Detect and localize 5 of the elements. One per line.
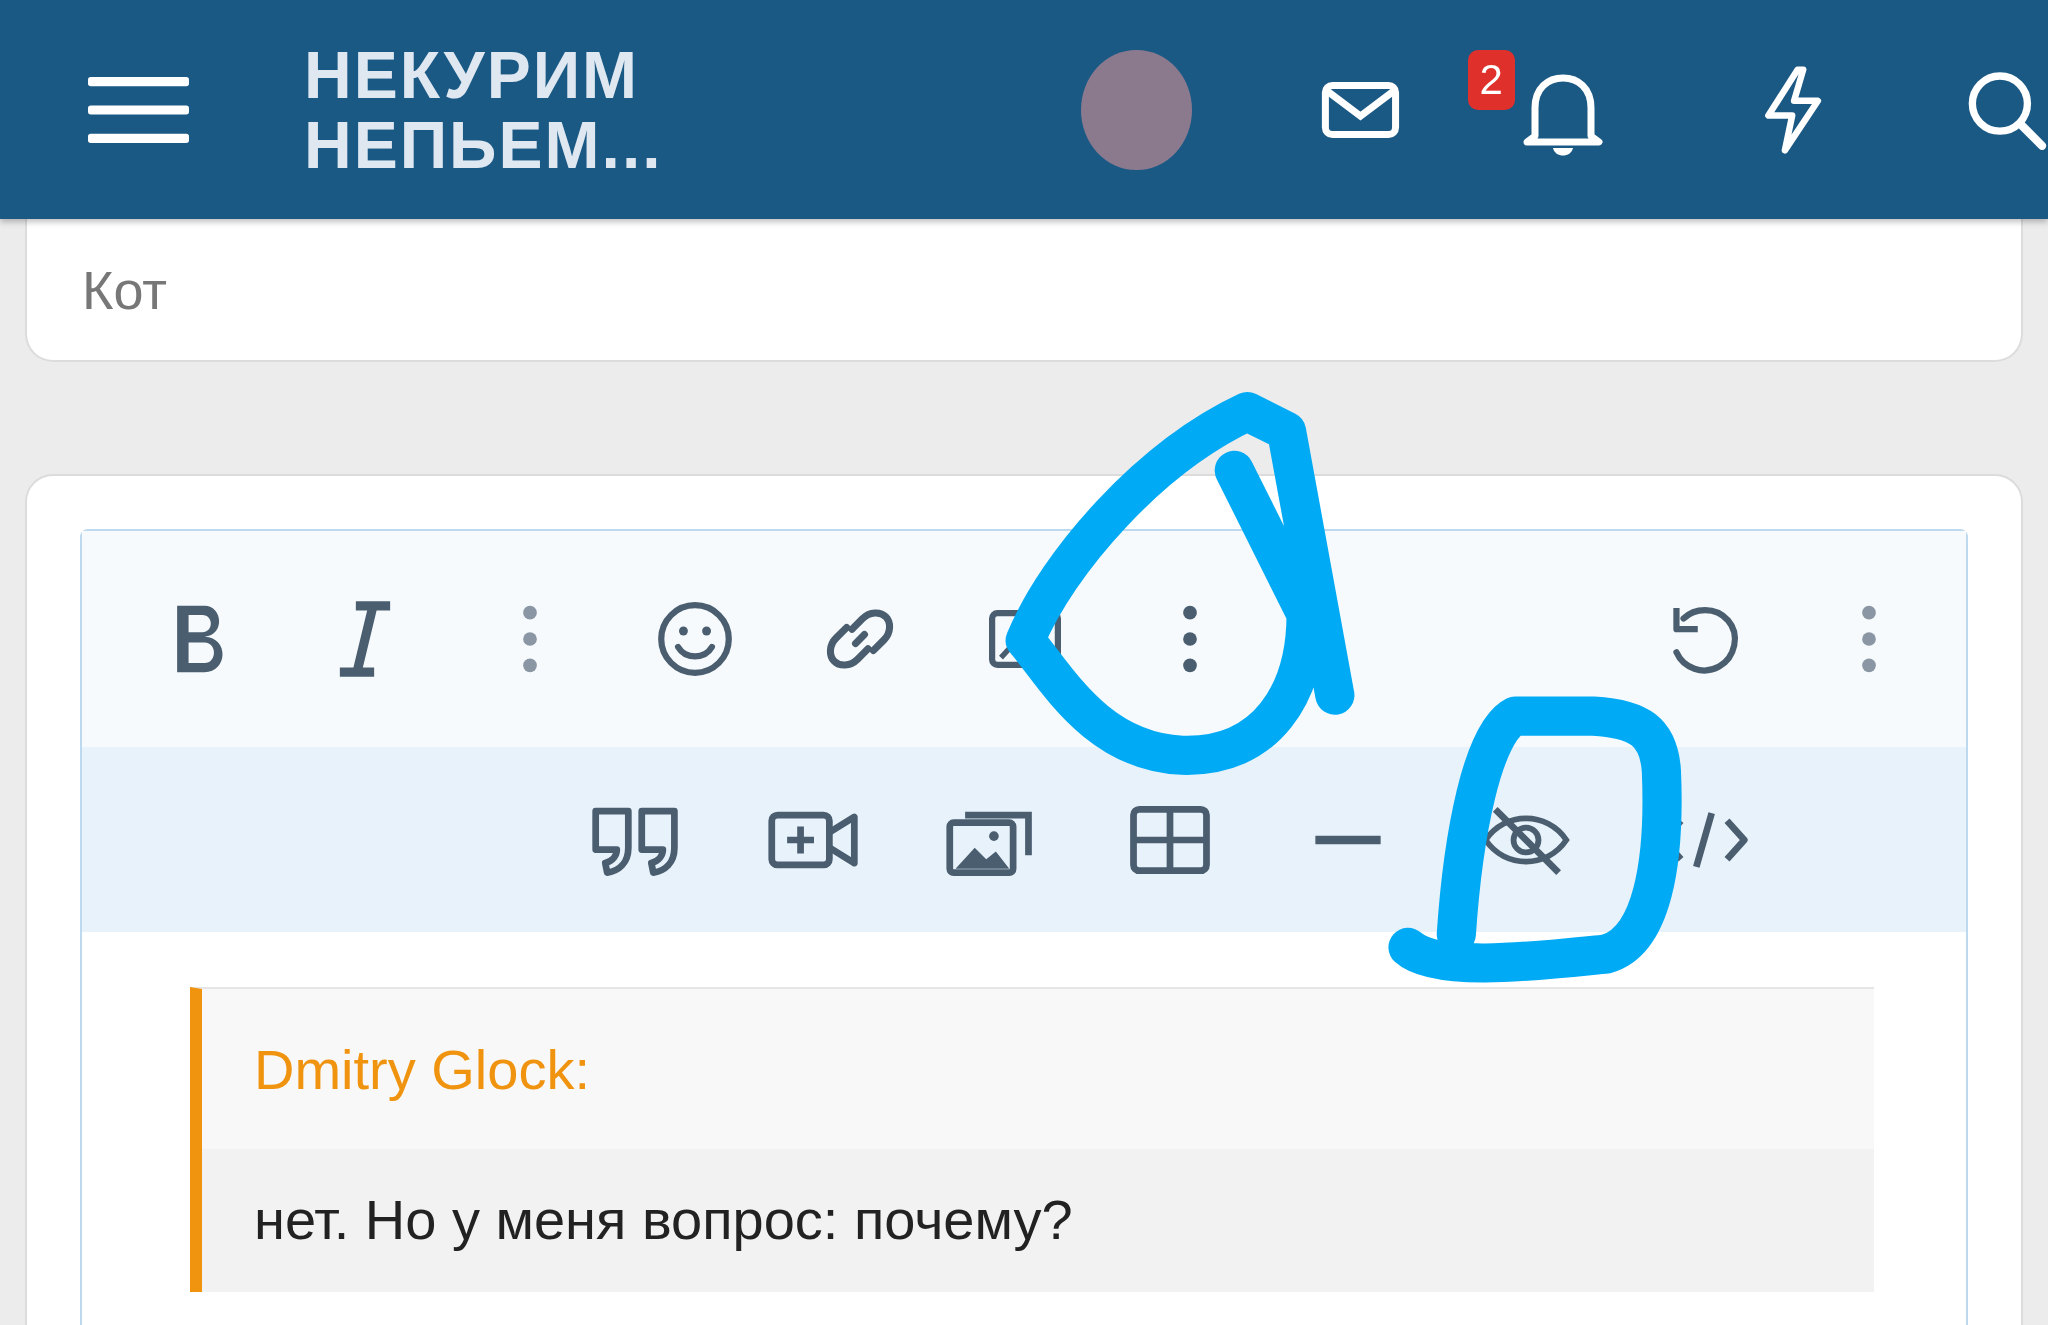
notification-badge: 2 [1467, 49, 1515, 110]
post-text: Кот [82, 258, 168, 321]
quote-text: нет. Но у меня вопрос: почему? [254, 1188, 1073, 1251]
logo-text[interactable]: НЕПЬЕМ... [304, 109, 782, 180]
logo-text[interactable]: НЕКУРИМ [304, 39, 782, 110]
